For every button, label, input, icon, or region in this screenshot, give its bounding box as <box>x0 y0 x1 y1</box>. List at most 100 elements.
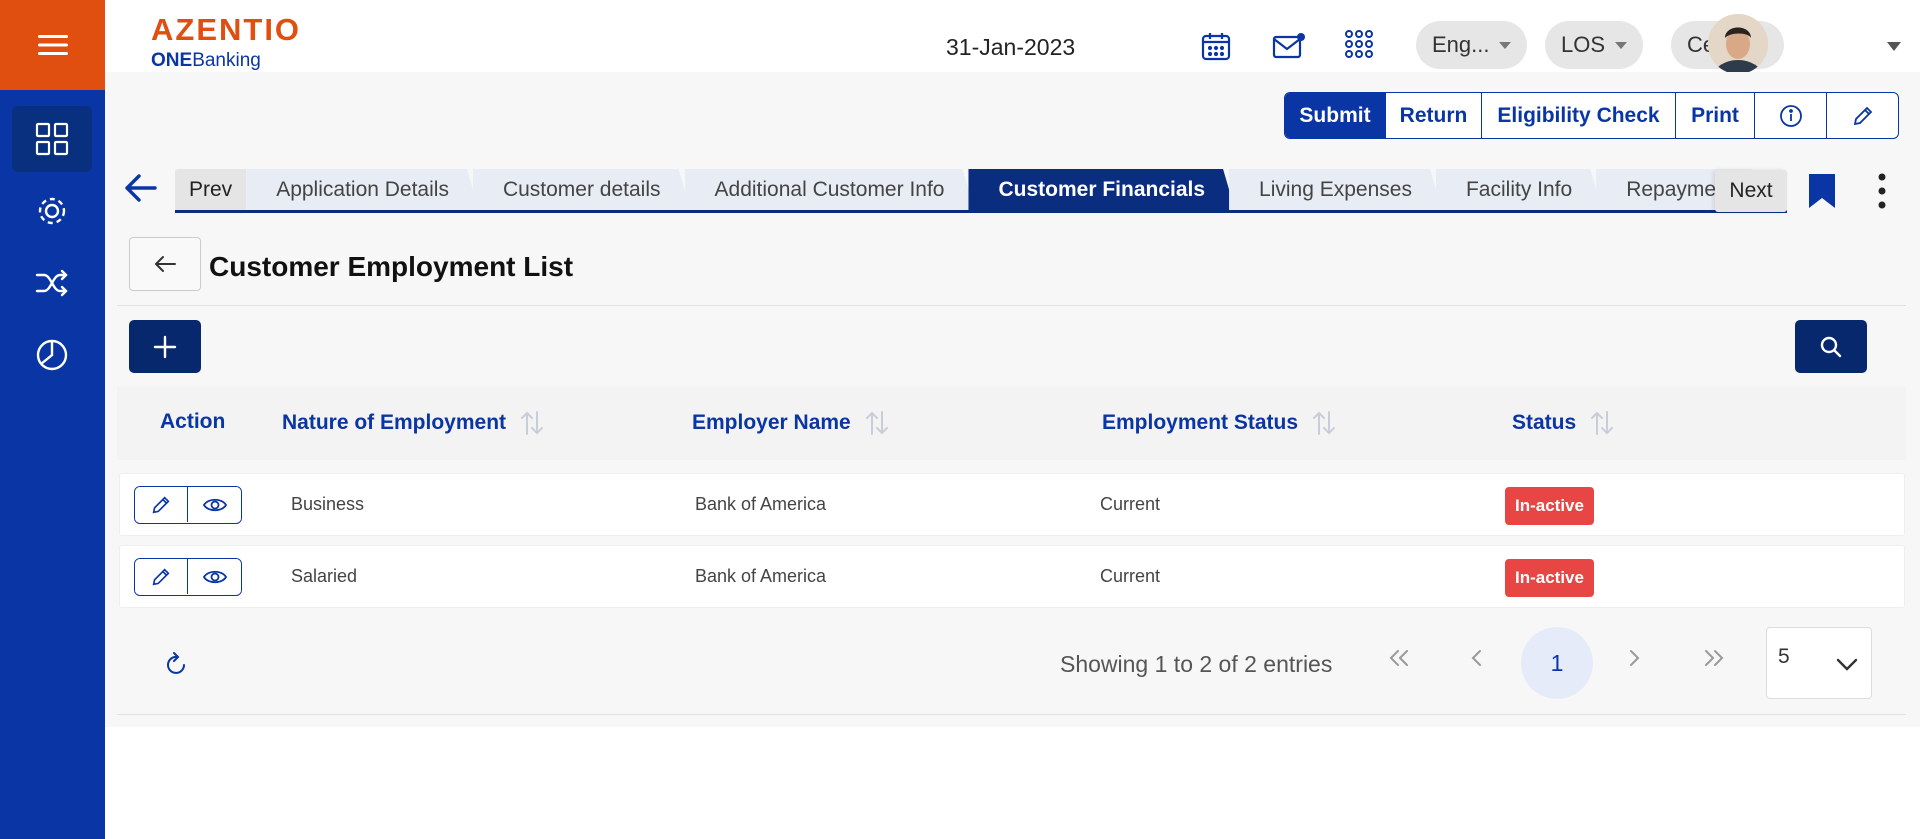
user-menu-caret-icon[interactable] <box>1887 42 1901 51</box>
cell-employment-status: Current <box>1100 494 1161 514</box>
sidebar-item-dashboard[interactable] <box>12 106 92 172</box>
step-tabs: Prev Application Details Customer detail… <box>175 169 1787 213</box>
double-chevron-left-icon <box>1389 650 1408 666</box>
row-view-button[interactable] <box>188 487 241 522</box>
gear-icon <box>38 197 66 225</box>
print-button[interactable]: Print <box>1676 93 1755 138</box>
previous-page-button[interactable] <box>1469 648 1485 674</box>
sort-icon <box>1313 411 1336 435</box>
arrow-left-icon <box>125 174 157 202</box>
chevron-right-icon <box>1630 650 1640 666</box>
brand-logo: AZENTIO <box>151 12 302 47</box>
search-button[interactable] <box>1795 320 1867 373</box>
page-size-value: 5 <box>1778 645 1790 668</box>
column-header-action: Action <box>160 410 226 433</box>
table-row: Salaried Bank of America Current In-acti… <box>119 545 1905 608</box>
pencil-icon <box>152 567 170 585</box>
status-badge: In-active <box>1505 487 1594 525</box>
submit-button[interactable]: Submit <box>1285 93 1386 138</box>
sidebar-item-reports[interactable] <box>12 322 92 388</box>
sidebar-item-settings[interactable] <box>12 178 92 244</box>
tab-customer-details[interactable]: Customer details <box>473 169 691 210</box>
more-options-button[interactable] <box>1876 172 1888 215</box>
pagination-summary: Showing 1 to 2 of 2 entries <box>1060 651 1333 677</box>
action-toolbar: Submit Return Eligibility Check Print <box>1284 92 1899 139</box>
sort-icon <box>521 411 544 435</box>
module-select[interactable]: LOS <box>1545 21 1644 69</box>
next-page-button[interactable] <box>1626 648 1642 674</box>
status-badge: In-active <box>1505 559 1594 597</box>
footer-divider <box>117 714 1906 715</box>
back-button[interactable] <box>124 172 158 209</box>
shuffle-icon <box>35 269 68 297</box>
table-header: Action Nature of Employment Employer Nam… <box>117 386 1906 460</box>
row-view-button[interactable] <box>188 559 241 594</box>
row-action-group <box>134 558 242 596</box>
edit-button[interactable] <box>1827 93 1898 138</box>
add-employment-button[interactable] <box>129 320 201 373</box>
cell-nature: Business <box>291 494 365 514</box>
tab-facility-info[interactable]: Facility Info <box>1436 169 1602 210</box>
tab-additional-customer-info[interactable]: Additional Customer Info <box>685 169 975 210</box>
pie-chart-icon <box>36 339 68 371</box>
module-value: LOS <box>1561 32 1606 57</box>
sidebar <box>0 0 105 839</box>
sidebar-item-workflow[interactable] <box>12 250 92 316</box>
arrow-left-icon <box>155 256 176 272</box>
pencil-icon <box>152 495 170 513</box>
refresh-icon <box>167 652 185 674</box>
tab-living-expenses[interactable]: Living Expenses <box>1229 169 1442 210</box>
messages-button[interactable] <box>1272 31 1306 66</box>
hamburger-menu-button[interactable] <box>0 0 105 90</box>
tab-application-details[interactable]: Application Details <box>246 169 479 210</box>
caret-down-icon <box>1615 41 1628 49</box>
cell-employment-status: Current <box>1100 566 1161 586</box>
page-number-current[interactable]: 1 <box>1521 627 1593 699</box>
next-tab-button[interactable]: Next <box>1715 170 1787 212</box>
eligibility-check-button[interactable]: Eligibility Check <box>1482 93 1676 138</box>
refresh-button[interactable] <box>166 652 188 681</box>
column-header-employment-status[interactable]: Employment Status <box>1102 410 1336 436</box>
sort-icon <box>1591 411 1614 435</box>
kebab-menu-icon <box>1878 173 1886 209</box>
user-avatar[interactable] <box>1708 14 1768 74</box>
info-button[interactable] <box>1755 93 1827 138</box>
sort-icon <box>865 411 888 435</box>
row-action-group <box>134 486 242 524</box>
column-header-status[interactable]: Status <box>1512 410 1614 436</box>
business-date: 31-Jan-2023 <box>946 34 1076 60</box>
mail-notification-icon <box>1272 33 1305 59</box>
hamburger-icon <box>37 35 68 55</box>
calendar-button[interactable] <box>1200 30 1232 67</box>
page-size-select[interactable]: 5 <box>1766 627 1872 699</box>
chevron-down-icon <box>1836 658 1858 671</box>
tab-customer-financials[interactable]: Customer Financials <box>968 169 1235 210</box>
divider <box>117 305 1906 306</box>
language-select[interactable]: Eng... <box>1416 21 1528 69</box>
search-icon <box>1820 336 1842 357</box>
last-page-button[interactable] <box>1701 648 1727 674</box>
column-header-nature[interactable]: Nature of Employment <box>282 410 544 436</box>
bookmark-icon <box>1809 174 1835 208</box>
page-back-button[interactable] <box>129 237 201 291</box>
double-chevron-right-icon <box>1705 650 1724 666</box>
bookmark-button[interactable] <box>1807 172 1837 215</box>
row-edit-button[interactable] <box>135 559 188 594</box>
cell-employer: Bank of America <box>695 566 827 586</box>
dashboard-grid-icon <box>35 122 69 156</box>
return-button[interactable]: Return <box>1386 93 1482 138</box>
language-value: Eng... <box>1432 32 1490 57</box>
first-page-button[interactable] <box>1386 648 1412 674</box>
eye-icon <box>202 498 227 511</box>
row-edit-button[interactable] <box>135 487 188 522</box>
page-title: Customer Employment List <box>209 251 574 282</box>
cell-nature: Salaried <box>291 566 358 586</box>
cell-employer: Bank of America <box>695 494 827 514</box>
table-row: Business Bank of America Current In-acti… <box>119 473 1905 536</box>
column-header-employer[interactable]: Employer Name <box>692 410 889 436</box>
prev-tab-button[interactable]: Prev <box>175 169 247 210</box>
info-icon <box>1779 104 1802 127</box>
apps-button[interactable] <box>1344 29 1374 64</box>
pencil-icon <box>1853 106 1872 125</box>
apps-grid-icon <box>1345 30 1373 58</box>
